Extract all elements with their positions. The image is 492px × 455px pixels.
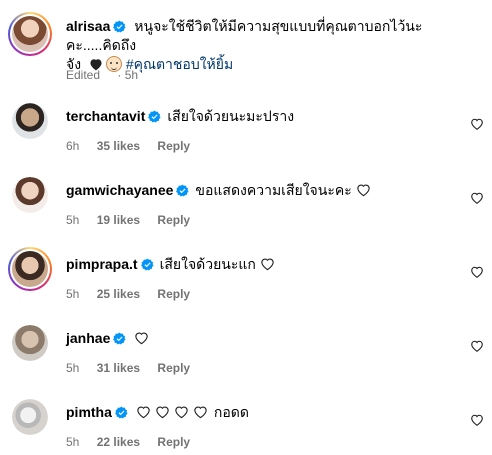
comment-time: 6h [66,139,80,153]
heart-outline-icon[interactable] [470,265,484,279]
comment-likes[interactable]: 35 likes [97,139,140,153]
comment-avatar[interactable] [8,247,52,291]
edited-label: Edited [66,68,101,82]
comment-time: 5h [66,361,80,375]
white-heart-emoji [135,332,149,345]
comment-time: 5h [66,435,80,449]
comment-text: เสียใจด้วยนะแก [159,256,256,272]
reply-button[interactable]: Reply [157,361,190,375]
comment-time: 5h [66,213,80,227]
comment-avatar[interactable] [12,325,48,361]
comment-text: เสียใจด้วยนะมะปราง [167,108,295,124]
comment-likes[interactable]: 25 likes [97,287,140,301]
comment-item: terchantavit เสียใจด้วยนะมะปราง 6h 35 lik… [8,103,484,177]
comment-username[interactable]: terchantavit [66,108,145,124]
white-heart-emoji [175,406,188,419]
heart-outline-icon[interactable] [470,339,484,353]
comment-text: กอดด [213,404,249,420]
caption-text: alrisaa หนูจะใช้ชีวิตให้มีความสุขแบบที่ค… [66,17,476,74]
white-heart-emoji [194,406,207,419]
verified-badge-icon [114,406,128,419]
comment-time: 5h [66,287,80,301]
comment-likes[interactable]: 31 likes [97,361,140,375]
comment-item: janhae 5h 31 likes Reply [8,325,484,399]
white-heart-emoji [156,406,169,419]
comment-text: ขอแสดงความเสียใจนะคะ [195,182,352,198]
heart-outline-icon[interactable] [470,191,484,205]
reply-button[interactable]: Reply [157,287,190,301]
white-heart-emoji [137,406,150,419]
comment-username[interactable]: pimprapa.t [66,256,138,272]
white-heart-emoji [357,184,370,197]
reply-button[interactable]: Reply [157,139,190,153]
comment-username[interactable]: gamwichayanee [66,182,173,198]
comment-avatar[interactable] [12,177,48,213]
comment-avatar[interactable] [12,103,48,139]
verified-badge-icon [148,110,161,123]
verified-badge-icon [113,20,126,33]
comment-username[interactable]: janhae [66,330,110,346]
verified-badge-icon [176,184,189,197]
caption-meta: Edited · 5h [66,68,139,82]
post-caption: alrisaa หนูจะใช้ชีวิตให้มีความสุขแบบที่ค… [8,8,484,88]
comment-likes[interactable]: 22 likes [97,435,140,449]
heart-outline-icon[interactable] [470,117,484,131]
reply-button[interactable]: Reply [157,435,190,449]
heart-outline-icon[interactable] [470,413,484,427]
comment-item: pimprapa.t เสียใจด้วยนะแก 5h 25 likes Rep… [8,247,484,325]
caption-username[interactable]: alrisaa [66,18,110,34]
verified-badge-icon [140,258,154,271]
reply-button[interactable]: Reply [157,213,190,227]
white-heart-emoji [261,258,274,271]
comment-username[interactable]: pimtha [66,404,112,420]
caption-time: 5h [124,68,139,82]
comment-avatar[interactable] [12,399,48,435]
caption-avatar[interactable] [8,12,52,56]
comment-item: pimtha กอดด 5h 22 likes Reply [8,399,484,455]
comment-likes[interactable]: 19 likes [97,213,140,227]
comment-item: gamwichayanee ขอแสดงความเสียใจนะคะ 5h 19 … [8,177,484,251]
verified-badge-icon [113,332,126,345]
